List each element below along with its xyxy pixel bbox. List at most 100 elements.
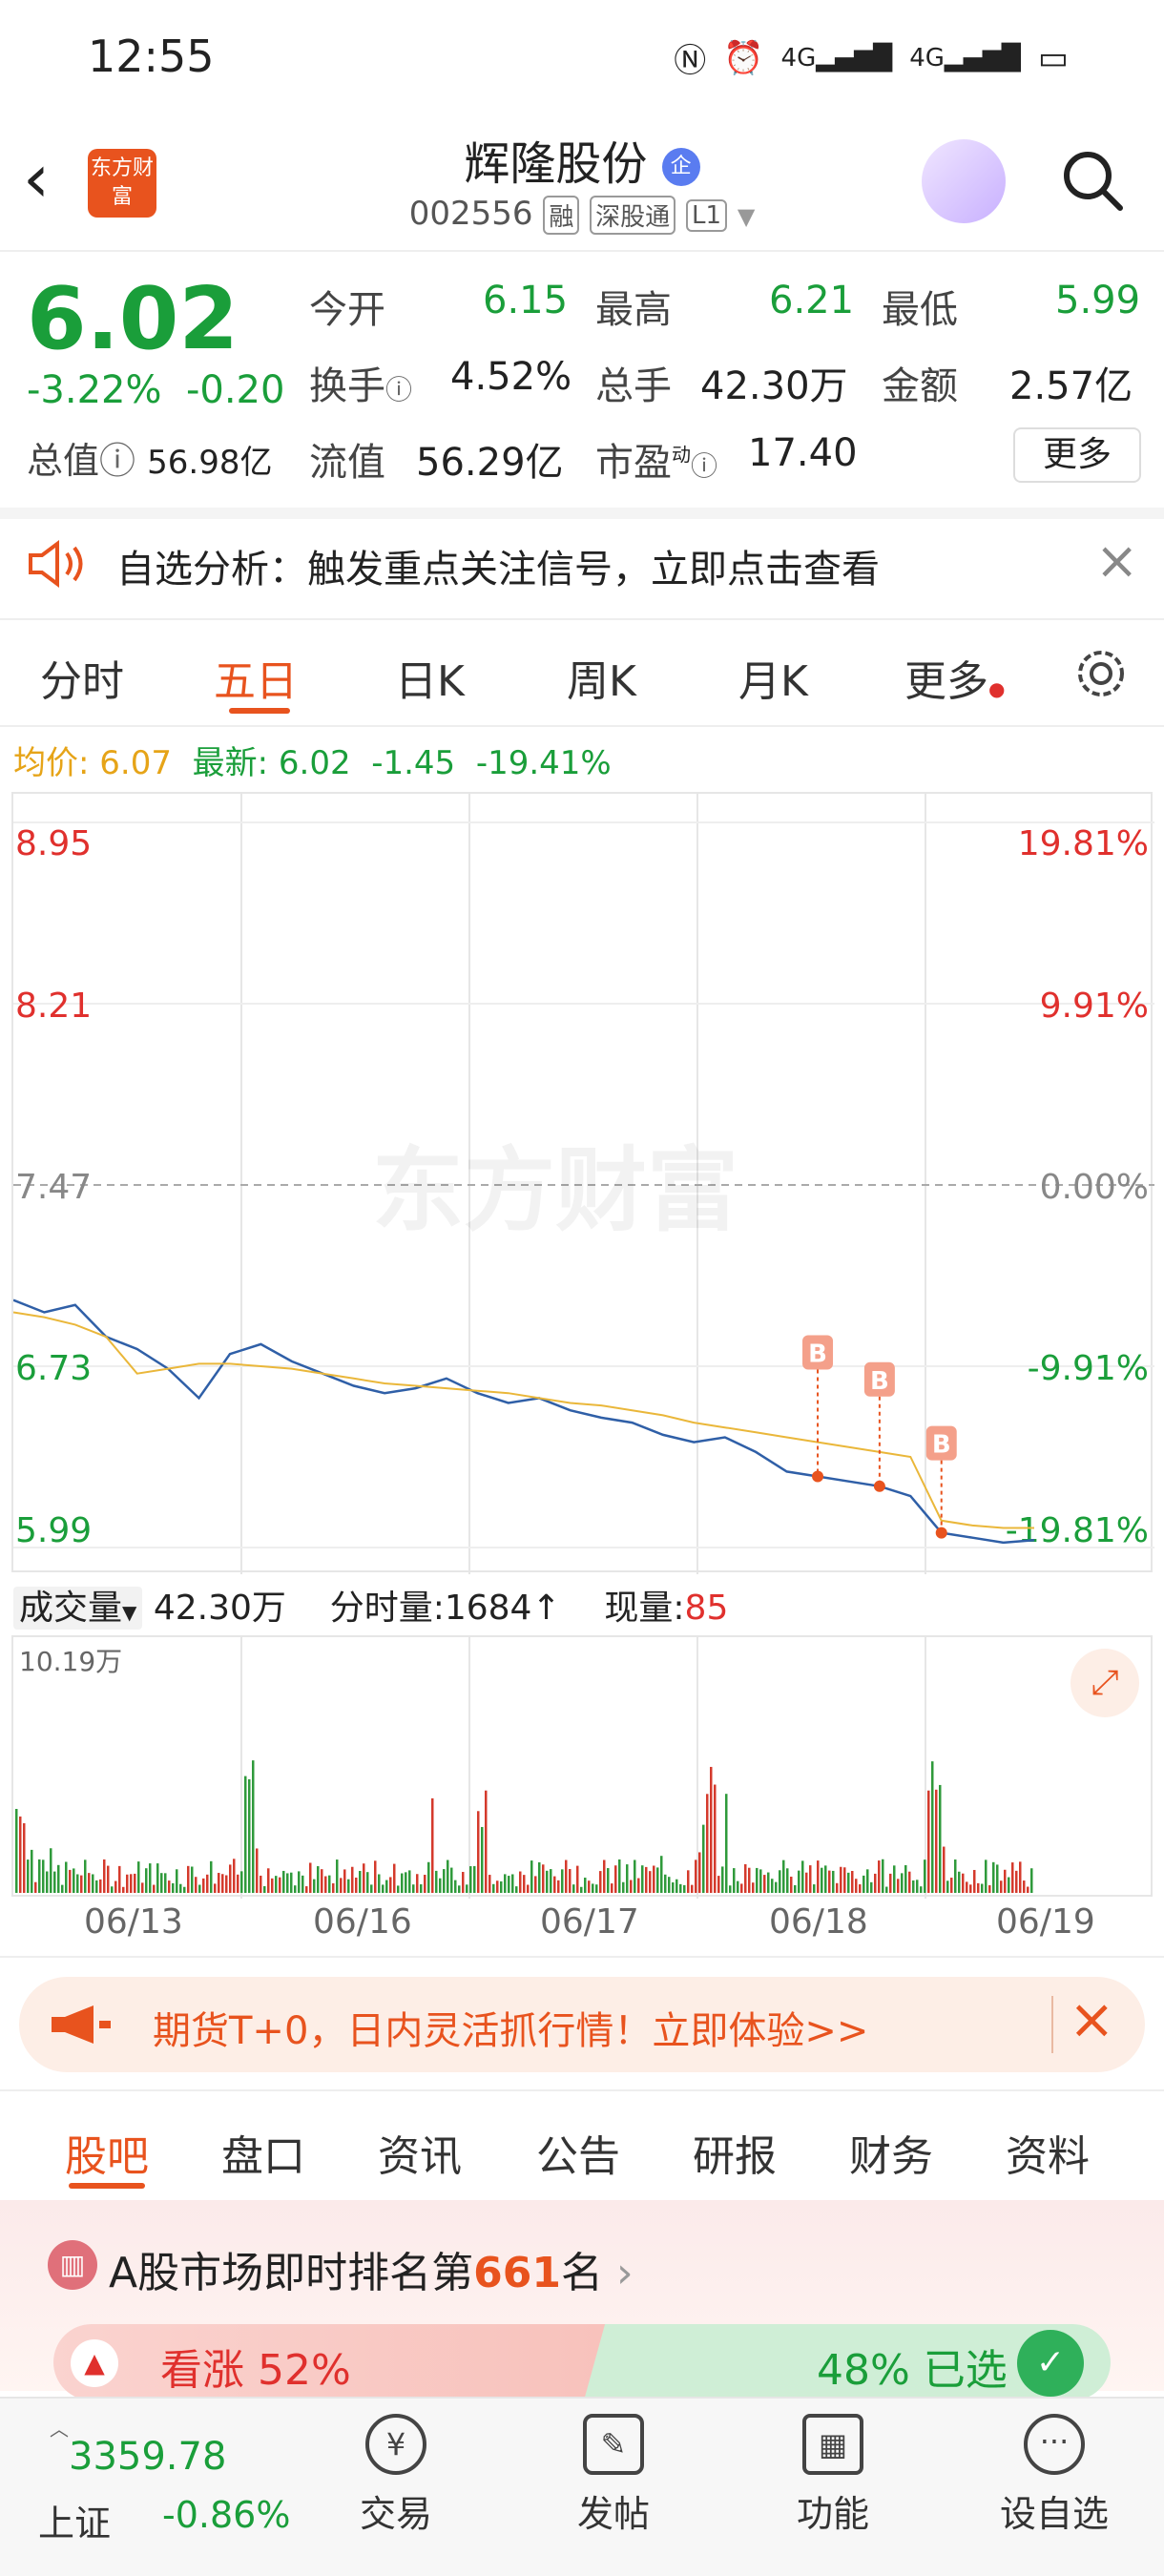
chevron-down-icon[interactable]: ▼	[738, 203, 755, 230]
bottom-nav: ︿ 3359.78 上证 -0.86% ¥ 交易 ✎ 发帖 ▦ 功能 ··· 设…	[0, 2397, 1164, 2576]
volume-bar	[687, 1870, 690, 1893]
volume-bar	[38, 1859, 41, 1893]
info-icon[interactable]: ⓘ	[691, 450, 717, 482]
volume-bar	[160, 1873, 163, 1893]
tab-orderbook[interactable]: 盘口	[221, 2122, 305, 2183]
volume-bar	[294, 1885, 297, 1893]
volume-bar	[340, 1878, 343, 1893]
y-tick-right: 19.81%	[1018, 824, 1149, 863]
nav-trade[interactable]: ¥ 交易	[324, 2414, 468, 2537]
more-button[interactable]: 更多	[1013, 427, 1141, 483]
volume-bar	[637, 1878, 640, 1893]
info-icon[interactable]: ⓘ	[99, 440, 135, 482]
tab-five-day[interactable]: 五日	[214, 647, 298, 708]
index-value[interactable]: 3359.78	[69, 2435, 226, 2479]
volume-bar	[57, 1864, 60, 1893]
volume-bar	[653, 1865, 655, 1893]
volume-bar	[782, 1859, 785, 1893]
volume-bar	[855, 1879, 858, 1893]
index-change: -0.86%	[162, 2494, 291, 2536]
volume-selector[interactable]: 成交量▼	[13, 1587, 143, 1630]
volume-bar	[271, 1878, 274, 1893]
promo-text: 期货T+0，日内灵活抓行情！立即体验>>	[153, 2009, 869, 2053]
rank-text: A股市场即时排名第661名 ›	[109, 2249, 634, 2297]
tab-monthly-k[interactable]: 月K	[738, 647, 808, 708]
tab-forum[interactable]: 股吧	[65, 2122, 149, 2183]
volume-bar	[95, 1880, 98, 1893]
volume-bar	[828, 1870, 831, 1893]
analysis-notice[interactable]: 自选分析：触发重点关注信号，立即点击查看 ×	[0, 509, 1164, 616]
volume-bar	[290, 1872, 293, 1893]
info-icon[interactable]: ⓘ	[385, 374, 412, 405]
volume-bar	[508, 1876, 510, 1893]
volume-bar	[61, 1884, 64, 1893]
search-icon[interactable]	[1057, 145, 1126, 214]
volume-bar	[630, 1880, 633, 1893]
volume-bar	[550, 1869, 552, 1893]
volume-bar	[779, 1870, 781, 1893]
vote-bar[interactable]: ▲ 看涨 52% 48% 已选 ✓	[53, 2324, 1111, 2400]
volume-bar	[107, 1865, 110, 1893]
nav-trade-label: 交易	[359, 2493, 432, 2535]
volume-bar	[874, 1873, 877, 1893]
nav-watchlist[interactable]: ··· 设自选	[983, 2414, 1126, 2537]
volume-bar	[218, 1873, 220, 1893]
divider	[0, 2089, 1164, 2091]
volume-bar	[771, 1879, 774, 1893]
volume-bar	[599, 1871, 602, 1893]
pe-label: 市盈	[595, 441, 672, 485]
market-cap-label: 总值	[27, 440, 100, 482]
volume-bar	[683, 1884, 686, 1893]
volume-bar	[34, 1881, 37, 1893]
volume-bar	[137, 1861, 140, 1893]
volume-bar	[588, 1880, 591, 1893]
volume-bar	[183, 1886, 186, 1893]
volume-bar	[424, 1875, 426, 1893]
volume-bar	[53, 1871, 56, 1893]
volume-bar	[385, 1880, 388, 1893]
date-label: 06/18	[769, 1902, 868, 1942]
volume-bar	[958, 1871, 961, 1893]
volume-bar	[737, 1880, 739, 1893]
volume-bar	[580, 1886, 583, 1893]
tab-finance[interactable]: 财务	[849, 2122, 933, 2183]
up-caret-icon: ︿	[50, 2418, 69, 2441]
volume-bar	[458, 1885, 461, 1893]
robot-avatar[interactable]	[922, 139, 1006, 223]
tab-daily-k[interactable]: 日K	[395, 647, 465, 708]
rank-number: 661	[473, 2249, 561, 2297]
volume-bar	[962, 1873, 965, 1893]
tab-more[interactable]: 更多●	[904, 647, 1005, 708]
volume-chart[interactable]: 10.19万 ⤢	[11, 1635, 1153, 1899]
y-tick-right: -19.81%	[1006, 1511, 1149, 1550]
tab-research[interactable]: 研报	[693, 2122, 777, 2183]
volume-bar	[1027, 1886, 1029, 1893]
close-icon[interactable]: ×	[1095, 530, 1138, 591]
volume-bar	[187, 1865, 190, 1893]
expand-icon[interactable]: ⤢	[1070, 1649, 1139, 1717]
tab-news[interactable]: 资讯	[378, 2122, 462, 2183]
volume-bar	[851, 1871, 854, 1893]
volume-bar	[191, 1866, 194, 1893]
grid-icon: ▦	[802, 2414, 863, 2475]
tab-profile[interactable]: 资料	[1006, 2122, 1090, 2183]
open-value: 6.15	[483, 279, 569, 322]
avg-label: 均价:	[13, 744, 90, 782]
volume-bar	[798, 1870, 800, 1893]
volume-bar	[611, 1883, 613, 1893]
tab-intraday[interactable]: 分时	[40, 647, 124, 708]
volume-bar	[256, 1848, 259, 1893]
tab-weekly-k[interactable]: 周K	[567, 647, 636, 708]
settings-icon[interactable]	[1072, 645, 1130, 702]
volume-bar	[473, 1865, 476, 1893]
volume-bar	[466, 1884, 468, 1893]
volume-bar	[752, 1882, 755, 1893]
nav-watchlist-label: 设自选	[999, 2493, 1109, 2535]
nav-functions[interactable]: ▦ 功能	[761, 2414, 904, 2537]
volume-total: 42.30万	[153, 1589, 286, 1628]
volume-bar	[756, 1867, 759, 1893]
close-icon[interactable]: ×	[1069, 1986, 1115, 2051]
nav-post[interactable]: ✎ 发帖	[542, 2414, 685, 2537]
tab-announcements[interactable]: 公告	[536, 2122, 620, 2183]
futures-promo[interactable]: 期货T+0，日内灵活抓行情！立即体验>> ×	[19, 1977, 1145, 2072]
